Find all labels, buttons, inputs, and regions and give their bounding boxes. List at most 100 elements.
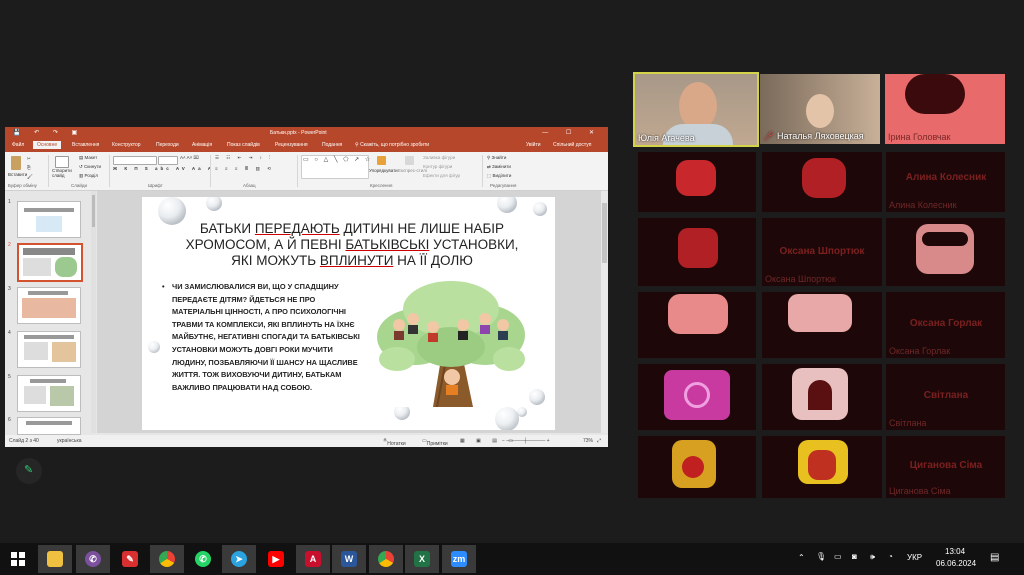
shapes-icons[interactable]: ▭ ○ △ ╲ ⬠ ↗ ☆ <box>303 156 372 163</box>
network-icon[interactable]: ◙ <box>852 552 857 561</box>
notes-button[interactable]: ≙ Нотатки <box>383 438 406 447</box>
quick-styles-icon[interactable] <box>405 156 414 165</box>
clock-date[interactable]: 06.06.2024 <box>936 559 976 568</box>
fit-slide-icon[interactable]: ⤢ <box>597 438 601 444</box>
slide-thumbnails-pane[interactable]: 1 2 3 4 5 6 <box>5 191 93 435</box>
taskbar-app-excel[interactable]: X <box>405 545 439 573</box>
tell-me-box[interactable]: ⚲ Скажіть, що потрібно зробити <box>355 142 429 148</box>
select-button[interactable]: ⬚ Виділити <box>487 173 511 179</box>
participant-tile[interactable] <box>638 364 756 430</box>
participant-tile[interactable]: Алина Колесник Алина Колесник <box>886 152 1005 212</box>
language-indicator[interactable]: українська <box>57 438 82 444</box>
participant-tile[interactable]: Оксана Горлак Оксана Горлак <box>886 292 1005 358</box>
list-buttons[interactable]: ☰ ☷ ⇤ ⇥ ↕ ⫶ <box>215 155 273 161</box>
scrollbar-thumb[interactable] <box>602 203 607 263</box>
taskbar-app-chrome-2[interactable] <box>369 545 403 573</box>
new-slide-button[interactable]: Створити слайд <box>52 168 74 178</box>
zoom-level[interactable]: 73% <box>583 438 593 444</box>
participant-tile[interactable] <box>762 436 882 498</box>
participant-tile[interactable]: Ірина Головчак <box>885 74 1005 144</box>
copy-icon[interactable]: ⎘ <box>27 165 31 170</box>
comments-button[interactable]: ▭ Примітки <box>422 438 448 447</box>
tab-file[interactable]: Файл <box>12 142 24 148</box>
format-buttons[interactable]: Ж К П S abc AV Aa A <box>113 166 214 171</box>
battery-icon[interactable]: ▭ <box>834 552 842 561</box>
align-buttons[interactable]: ≡ ≡ ≡ ≣ ▥ ⟲ <box>215 166 274 172</box>
sign-in-link[interactable]: Увійти <box>526 142 541 148</box>
participant-tile[interactable] <box>638 436 756 498</box>
new-slide-icon[interactable] <box>55 156 69 168</box>
participant-tile[interactable] <box>638 292 756 358</box>
section-button[interactable]: ▥ Розділ <box>79 173 98 179</box>
tab-insert[interactable]: Вставлення <box>72 142 99 148</box>
paste-button[interactable]: Вставити <box>8 172 27 177</box>
shape-effects-button[interactable]: Ефекти для фігур <box>423 173 460 178</box>
taskbar-app-zoom[interactable]: zm <box>442 545 476 573</box>
slide-thumbnail[interactable] <box>17 201 81 238</box>
replace-button[interactable]: ⇄ Замінити <box>487 164 511 170</box>
slide-body-text[interactable]: • ЧИ ЗАМИСЛЮВАЛИСЯ ВИ, ЩО У СПАДЩИНУ ПЕР… <box>162 281 368 394</box>
arrange-icon[interactable] <box>377 156 386 165</box>
tab-transitions[interactable]: Переходи <box>156 142 179 148</box>
slide-thumbnail[interactable] <box>17 375 81 412</box>
slide-thumbnail[interactable] <box>17 331 81 368</box>
taskbar-app-telegram[interactable]: ➤ <box>222 545 256 573</box>
participant-tile[interactable]: Циганова Сіма Циганова Сіма <box>886 436 1005 498</box>
microphone-icon[interactable]: 🎙︎ <box>816 552 826 561</box>
shape-outline-button[interactable]: Контур фігури <box>423 164 452 169</box>
family-tree-image[interactable] <box>375 279 527 407</box>
window-controls[interactable]: — ☐ ✕ <box>542 129 602 136</box>
slide-thumbnail[interactable] <box>17 287 81 324</box>
font-size-icons[interactable]: A˄ A˅ ⌧ <box>180 155 199 161</box>
tab-design[interactable]: Конструктор <box>112 142 141 148</box>
notifications-icon[interactable]: ▤ <box>990 552 999 563</box>
quick-access-toolbar[interactable]: 💾 ↶ ↷ ▣ <box>13 129 83 136</box>
format-painter-icon[interactable]: 🖌 <box>27 174 33 180</box>
slide-title[interactable]: БАТЬКИ ПЕРЕДАЮТЬ ДИТИНІ НЕ ЛИШЕ НАБІР ХР… <box>162 221 542 269</box>
participant-tile[interactable] <box>762 292 882 358</box>
arrange-button[interactable]: Упорядкувати <box>369 168 398 173</box>
language-indicator[interactable]: УКР <box>907 553 922 562</box>
font-size-select[interactable] <box>158 156 178 165</box>
slide-thumbnail[interactable] <box>17 417 81 435</box>
share-button[interactable]: Спільний доступ <box>553 142 591 148</box>
participant-tile[interactable] <box>638 152 756 212</box>
participant-tile[interactable] <box>762 152 882 212</box>
taskbar-app-acrobat[interactable]: A <box>296 545 330 573</box>
participant-tile[interactable]: Світлана Світлана <box>886 364 1005 430</box>
shape-fill-button[interactable]: Заливка фігури <box>423 155 455 160</box>
slide-canvas[interactable]: БАТЬКИ ПЕРЕДАЮТЬ ДИТИНІ НЕ ЛИШЕ НАБІР ХР… <box>142 197 555 430</box>
annotate-pen-button[interactable]: ✎ <box>16 458 42 484</box>
participant-tile[interactable] <box>886 218 1005 286</box>
clock-time[interactable]: 13:04 <box>945 547 965 556</box>
participant-tile[interactable] <box>762 364 882 430</box>
zoom-slider[interactable]: − ─────┼───── + <box>502 438 550 444</box>
volume-icon[interactable]: 🕪︎ <box>870 552 875 562</box>
participant-tile-active-speaker[interactable]: Юлія Агачева <box>633 72 759 147</box>
thumbnails-scrollbar[interactable] <box>91 191 96 433</box>
taskbar-app-word[interactable]: W <box>332 545 366 573</box>
taskbar-app-file-explorer[interactable] <box>38 545 72 573</box>
wifi-icon[interactable]: ◔ <box>888 552 893 561</box>
layout-button[interactable]: ▤ Макет <box>79 155 97 161</box>
paste-icon[interactable] <box>11 156 21 170</box>
show-hidden-icons[interactable]: ⌃ <box>798 553 805 562</box>
participant-tile[interactable]: Оксана Шпортюк Оксана Шпортюк <box>762 218 882 286</box>
reset-button[interactable]: ↺ Скинути <box>79 164 101 170</box>
tab-slideshow[interactable]: Показ слайдів <box>227 142 260 148</box>
tab-review[interactable]: Рецензування <box>275 142 308 148</box>
tab-animations[interactable]: Анімація <box>192 142 212 148</box>
taskbar-app-youtube[interactable]: ▶ <box>259 545 293 573</box>
taskbar-app-pdf[interactable]: ✎ <box>113 545 147 573</box>
font-name-select[interactable] <box>113 156 157 165</box>
tab-home[interactable]: Основне <box>33 141 62 149</box>
taskbar-app-whatsapp[interactable]: ✆ <box>186 545 220 573</box>
scrollbar-thumb[interactable] <box>92 195 95 227</box>
slide-scrollbar[interactable] <box>601 191 608 433</box>
slide-thumbnail-selected[interactable] <box>17 243 83 282</box>
participant-tile[interactable] <box>638 218 756 286</box>
find-button[interactable]: ⚲ Знайти <box>487 155 506 161</box>
tab-view[interactable]: Подання <box>322 142 342 148</box>
start-button[interactable] <box>2 545 36 573</box>
taskbar-app-viber[interactable]: ✆ <box>76 545 110 573</box>
